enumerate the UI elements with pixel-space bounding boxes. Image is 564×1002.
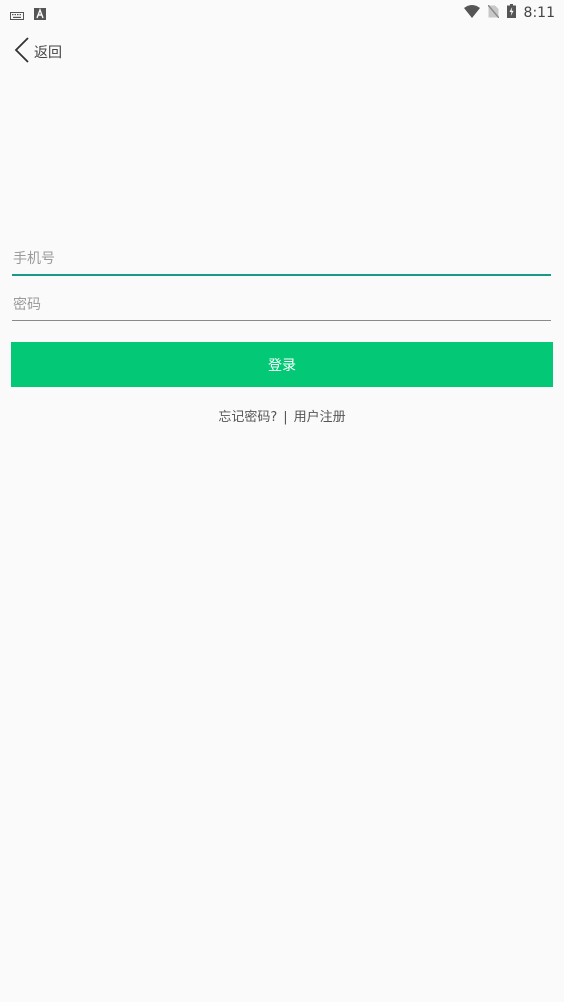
keyboard-icon [10,5,24,24]
phone-input[interactable] [12,244,551,274]
status-right: 8:11 [463,3,555,22]
register-link[interactable]: 用户注册 [294,410,346,425]
back-label: 返回 [34,45,62,61]
back-button[interactable]: 返回 [12,36,62,68]
status-time: 8:11 [523,4,555,21]
a-badge-icon [34,5,46,24]
phone-underline [12,274,551,276]
battery-charging-icon [506,3,516,22]
auth-links: 忘记密码? | 用户注册 [0,406,564,425]
chevron-left-icon [12,36,30,68]
header: 返回 [0,30,564,70]
status-left [10,5,46,24]
password-input[interactable] [12,290,551,320]
phone-field [12,244,551,276]
password-underline [12,320,551,321]
forgot-password-link[interactable]: 忘记密码? [218,410,277,425]
wifi-icon [463,3,480,22]
login-button[interactable]: 登录 [11,342,553,387]
no-sim-icon [487,3,500,22]
links-separator: | [283,410,288,425]
status-bar: 8:11 [0,0,564,24]
password-field [12,290,551,321]
